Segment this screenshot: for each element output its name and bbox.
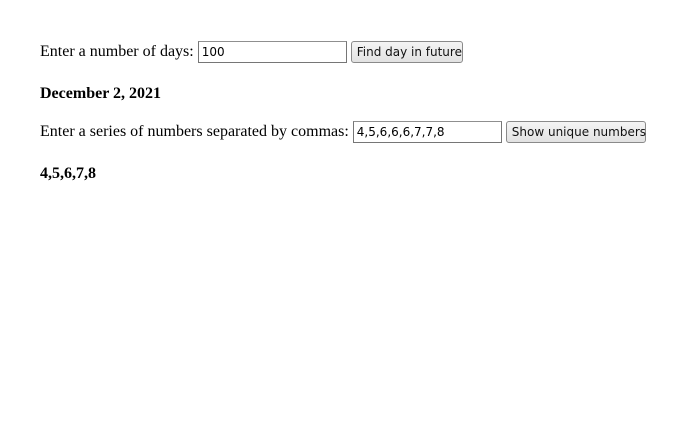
- future-date-result-row: December 2, 2021: [40, 84, 161, 104]
- unique-result-row: 4,5,6,7,8: [40, 164, 96, 184]
- future-date-result: December 2, 2021: [40, 85, 161, 102]
- numbers-form: Enter a series of numbers separated by c…: [40, 121, 646, 143]
- find-day-button[interactable]: Find day in future: [350, 41, 463, 63]
- days-form: Enter a number of days: Find day in futu…: [40, 41, 463, 63]
- show-unique-button[interactable]: Show unique numbers: [505, 121, 646, 143]
- days-label: Enter a number of days:: [40, 43, 194, 60]
- numbers-input[interactable]: [352, 121, 502, 143]
- numbers-label: Enter a series of numbers separated by c…: [40, 123, 349, 140]
- days-input[interactable]: [197, 41, 347, 63]
- unique-numbers-result: 4,5,6,7,8: [40, 165, 96, 182]
